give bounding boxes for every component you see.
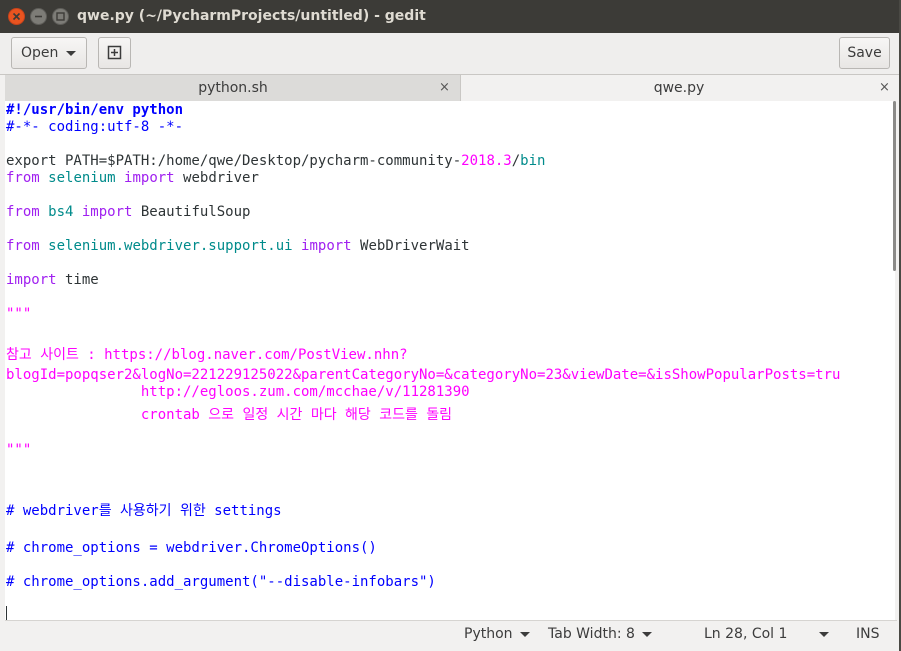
module-text: bs4 — [39, 204, 82, 220]
minimize-icon — [35, 15, 42, 18]
chevron-down-icon — [66, 51, 76, 56]
string-text: blogId=popqser2&logNo=221229125022&paren… — [6, 367, 841, 383]
cursor-position[interactable]: Ln 28, Col 1 — [704, 626, 787, 642]
vertical-scrollbar[interactable] — [893, 101, 896, 271]
code-text: time — [56, 272, 99, 288]
tab-label: qwe.py — [653, 80, 705, 96]
text-editor[interactable]: #!/usr/bin/env python #-*- coding:utf-8 … — [5, 101, 895, 620]
open-button-label: Open — [21, 45, 59, 61]
code-line: export PATH=$PATH:/home/qwe/Desktop/pych… — [6, 152, 545, 170]
string-text: crontab 으로 일정 시간 마다 해당 코드를 돌림 — [6, 407, 453, 423]
code-line: # webdriver를 사용하기 위한 settings — [6, 502, 282, 520]
code-line: http://egloos.zum.com/mcchae/v/11281390 — [6, 383, 470, 401]
chevron-down-icon — [641, 631, 652, 637]
code-line: from selenium.webdriver.support.ui impor… — [6, 237, 470, 255]
keyword-text: from — [6, 170, 40, 186]
code-line: # chrome_options.add_argument("--disable… — [6, 573, 436, 591]
new-document-icon — [107, 45, 122, 60]
maximize-icon — [56, 12, 65, 21]
code-line: #!/usr/bin/env python — [6, 101, 183, 119]
module-text: selenium — [48, 170, 116, 186]
code-line: """ — [6, 305, 31, 323]
close-icon — [12, 12, 21, 21]
tab-width-label: Tab Width: 8 — [548, 626, 635, 642]
tab-close-icon[interactable]: × — [439, 75, 450, 101]
tab-qwe-py[interactable]: qwe.py × — [461, 75, 897, 101]
code-line: crontab 으로 일정 시간 마다 해당 코드를 돌림 — [6, 406, 452, 424]
code-text: export PATH=$PATH:/home/qwe/Desktop/pych… — [6, 153, 462, 169]
code-text: / — [511, 153, 521, 169]
maximize-window-button[interactable] — [52, 8, 69, 25]
save-button[interactable]: Save — [839, 37, 890, 69]
new-document-button[interactable] — [98, 37, 131, 69]
code-view: #!/usr/bin/env python #-*- coding:utf-8 … — [6, 101, 840, 590]
tab-close-icon[interactable]: × — [879, 77, 890, 99]
status-bar: Python Tab Width: 8 Ln 28, Col 1 INS — [5, 620, 897, 648]
code-line: from selenium import webdriver — [6, 169, 259, 187]
string-text: http://egloos.zum.com/mcchae/v/11281390 — [6, 384, 470, 400]
keyword-text: import — [81, 204, 133, 220]
code-line: from bs4 import BeautifulSoup — [6, 203, 250, 221]
chevron-down-icon[interactable] — [819, 632, 829, 637]
code-line: #-*- coding:utf-8 -*- — [6, 118, 183, 136]
language-selector[interactable]: Python — [464, 626, 530, 642]
text-cursor — [6, 606, 7, 620]
keyword-text: import — [124, 170, 175, 186]
code-text: webdriver — [174, 170, 259, 186]
title-bar[interactable]: qwe.py (~/PycharmProjects/untitled) - ge… — [0, 0, 899, 33]
keyword-text: from — [6, 238, 40, 254]
gedit-window: qwe.py (~/PycharmProjects/untitled) - ge… — [0, 0, 899, 651]
keyword-text: from — [6, 204, 40, 220]
tab-label: python.sh — [198, 80, 268, 96]
code-line: """ — [6, 441, 31, 459]
string-text: 참고 사이트 : https://blog.naver.com/PostView… — [6, 347, 408, 363]
header-bar: Open Save — [0, 33, 899, 75]
comment-text: #-*- coding:utf-8 -*- — [6, 119, 184, 135]
insert-mode-indicator: INS — [856, 626, 880, 642]
window-title: qwe.py (~/PycharmProjects/untitled) - ge… — [77, 8, 426, 24]
shebang-text: #!/usr/bin/env python — [6, 102, 184, 118]
comment-text: # chrome_options = webdriver.ChromeOptio… — [6, 540, 377, 556]
code-text: BeautifulSoup — [132, 204, 251, 220]
string-text: """ — [6, 442, 32, 458]
comment-text: # webdriver를 사용하기 위한 settings — [6, 503, 282, 519]
module-text: selenium.webdriver.support.ui — [48, 238, 293, 254]
string-text: """ — [6, 306, 32, 322]
chevron-down-icon — [519, 631, 530, 637]
code-text: bin — [520, 153, 546, 169]
open-button[interactable]: Open — [11, 37, 87, 69]
tab-width-selector[interactable]: Tab Width: 8 — [548, 626, 652, 642]
code-line: # chrome_options = webdriver.ChromeOptio… — [6, 539, 377, 557]
keyword-text: import — [6, 272, 57, 288]
code-line: 참고 사이트 : https://blog.naver.com/PostView… — [6, 346, 408, 364]
minimize-window-button[interactable] — [30, 8, 47, 25]
keyword-text: import — [301, 238, 352, 254]
document-tabs: python.sh × qwe.py × — [5, 75, 897, 101]
language-label: Python — [464, 626, 513, 642]
code-line: import time — [6, 271, 99, 289]
code-text: WebDriverWait — [351, 238, 470, 254]
number-text: 2018.3 — [461, 153, 512, 169]
tab-python-sh[interactable]: python.sh × — [5, 75, 461, 101]
comment-text: # chrome_options.add_argument("--disable… — [6, 574, 436, 590]
close-window-button[interactable] — [8, 8, 25, 25]
code-line: blogId=popqser2&logNo=221229125022&paren… — [6, 366, 840, 384]
